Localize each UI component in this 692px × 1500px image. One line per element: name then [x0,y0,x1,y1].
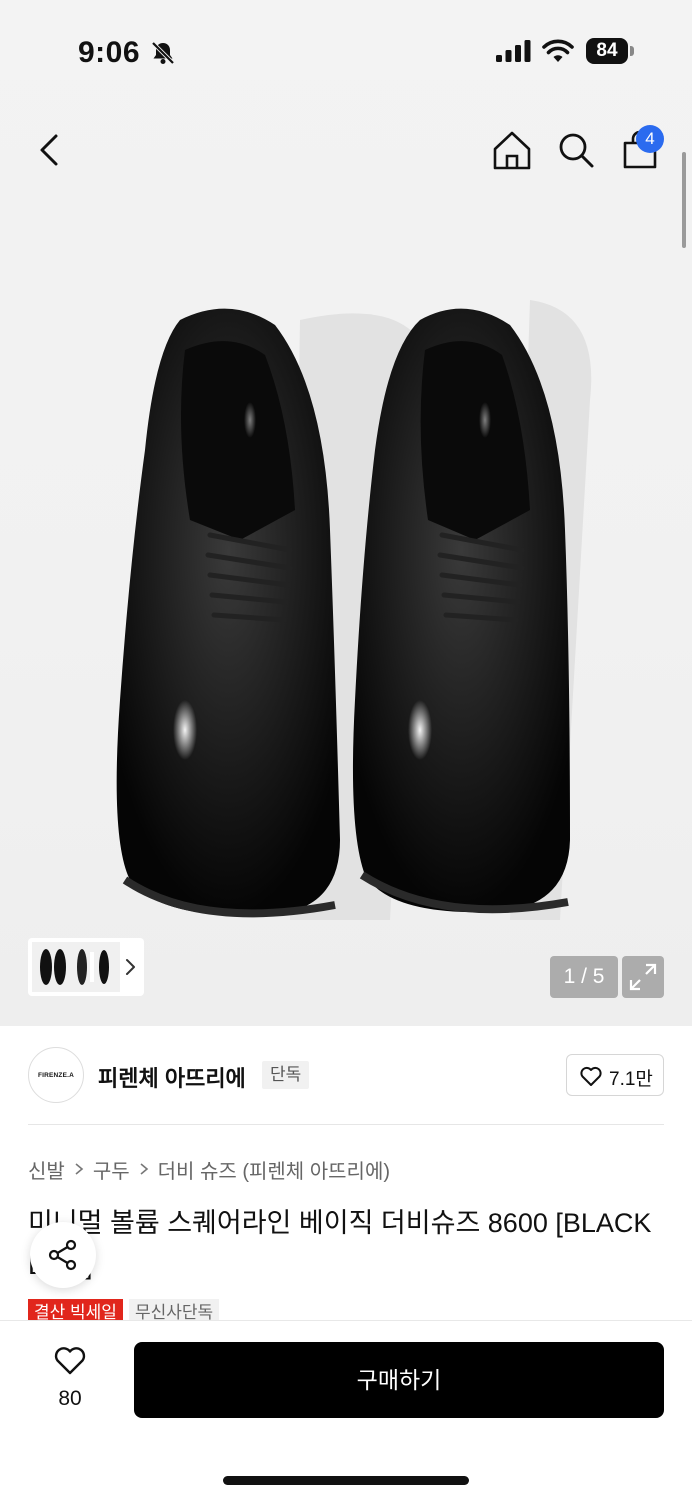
chevron-right-icon [74,1162,84,1176]
bell-slash-icon [151,41,175,65]
product-tags: 결산 빅세일 무신사단독 [28,1299,220,1321]
sale-tag: 결산 빅세일 [28,1299,123,1321]
heart-icon [580,1066,602,1086]
thumbnail-strip[interactable] [28,938,144,996]
status-bar: 9:06 84 [0,0,692,100]
breadcrumb-item[interactable]: 신발 [28,1155,65,1184]
home-indicator [223,1476,469,1485]
image-pager: 1 / 5 [550,956,618,998]
battery-level: 84 [586,38,628,64]
chevron-right-icon [139,1162,149,1176]
brand-like-button[interactable]: 7.1만 [566,1054,664,1096]
product-title: 미니멀 볼륨 스퀘어라인 베이직 더비슈즈 8600 [BLACK BOX] [28,1208,652,1280]
product-image[interactable] [90,280,610,940]
expand-button[interactable] [622,956,664,998]
brand-name[interactable]: 피렌체 아뜨리에 [98,1061,246,1093]
wishlist-button[interactable]: 80 [38,1344,102,1414]
scrollbar[interactable] [682,152,686,248]
search-icon[interactable] [554,128,598,172]
share-button[interactable] [30,1222,96,1288]
battery-indicator: 84 [586,38,634,64]
exclusive-tag: 무신사단독 [128,1299,220,1321]
breadcrumb-item[interactable]: 구두 [93,1155,130,1184]
share-icon [48,1239,77,1271]
product-gallery[interactable]: 9:06 84 4 1 / 5 [0,0,692,1026]
status-time: 9:06 [78,36,141,69]
cart-count-badge: 4 [636,125,664,153]
heart-icon [54,1347,86,1375]
divider [28,1124,664,1125]
back-icon[interactable] [32,128,68,172]
signal-icon [496,40,531,62]
wishlist-count: 80 [58,1387,82,1410]
thumbnail-image[interactable] [32,942,120,992]
brand-exclusive-tag: 단독 [262,1061,310,1089]
brand-logo[interactable]: FIRENZE.A [28,1047,84,1103]
expand-icon [629,963,657,991]
buy-button[interactable]: 구매하기 [134,1342,664,1418]
brand-like-count: 7.1만 [609,1069,653,1090]
breadcrumb: 신발 구두 더비 슈즈 (피렌체 아뜨리에) [28,1155,390,1184]
wifi-icon [542,39,574,62]
home-icon[interactable] [490,128,534,172]
chevron-right-icon[interactable] [124,956,138,978]
breadcrumb-item[interactable]: 더비 슈즈 (피렌체 아뜨리에) [158,1155,390,1184]
